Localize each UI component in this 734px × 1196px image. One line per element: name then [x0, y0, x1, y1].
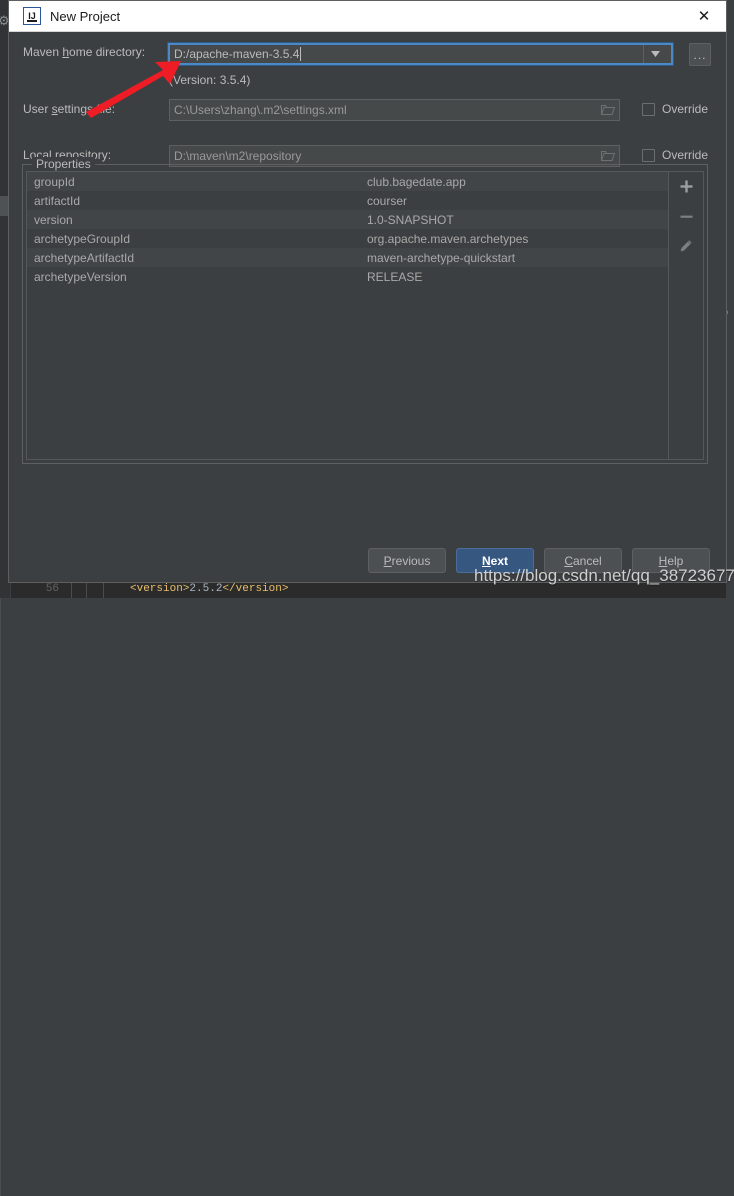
editor-code-text: 2.5.2: [189, 583, 223, 595]
property-value: courser: [367, 193, 408, 208]
table-row[interactable]: archetypeVersion RELEASE: [27, 267, 668, 286]
property-key: groupId: [34, 174, 75, 189]
checkbox-box[interactable]: [642, 148, 655, 162]
maven-home-directory-input[interactable]: D:/apache-maven-3.5.4: [168, 43, 673, 65]
properties-table[interactable]: groupId club.bagedate.app artifactId course…: [27, 172, 668, 459]
property-value: 1.0-SNAPSHOT: [367, 212, 454, 227]
user-settings-label-text: User settings file:: [23, 102, 116, 116]
editor-line-number: 56: [45, 583, 59, 595]
new-project-dialog: IJ New Project ✕ Maven home directory: D…: [8, 0, 727, 583]
table-row[interactable]: artifactId courser: [27, 191, 668, 210]
dialog-titlebar: IJ New Project ✕: [9, 1, 726, 32]
checkbox-box[interactable]: [642, 102, 655, 116]
editor-gutter-c: [103, 583, 130, 598]
remove-icon[interactable]: [674, 206, 698, 226]
editor-code-tag-open: <version>: [130, 583, 190, 595]
add-icon[interactable]: [674, 176, 698, 196]
folder-icon[interactable]: [600, 150, 616, 162]
editor-gutter-a: [71, 583, 86, 598]
properties-panel: groupId club.bagedate.app artifactId course…: [26, 171, 704, 460]
local-repository-override-label: Override: [662, 148, 709, 162]
property-value: club.bagedate.app: [367, 174, 466, 189]
property-key: archetypeVersion: [34, 269, 127, 284]
maven-home-directory-value: D:/apache-maven-3.5.4: [174, 47, 300, 61]
intellij-idea-icon: IJ: [23, 7, 41, 25]
property-key: artifactId: [34, 193, 81, 208]
local-repository-value: D:\maven\m2\repository: [174, 149, 302, 163]
user-settings-override-checkbox[interactable]: Override: [642, 102, 708, 116]
user-settings-file-value: C:\Users\zhang\.m2\settings.xml: [174, 103, 347, 117]
chevron-down-icon[interactable]: [643, 45, 667, 63]
folder-icon[interactable]: [600, 104, 616, 116]
property-value: org.apache.maven.archetypes: [367, 231, 529, 246]
local-repository-override-checkbox[interactable]: Override: [642, 148, 708, 162]
property-key: version: [34, 212, 73, 227]
edit-pencil-icon[interactable]: [674, 236, 698, 256]
table-row[interactable]: archetypeGroupId org.apache.maven.archety…: [27, 229, 668, 248]
property-value: maven-archetype-quickstart: [367, 250, 516, 265]
maven-version-hint: (Version: 3.5.4): [169, 73, 251, 87]
maven-home-label: Maven home directory:: [23, 45, 145, 59]
table-row[interactable]: archetypeArtifactId maven-archetype-quick…: [27, 248, 668, 267]
user-settings-override-label: Override: [662, 102, 709, 116]
ide-left-divider: [0, 598, 1, 1196]
csdn-watermark: https://blog.csdn.net/qq_38723677: [474, 566, 734, 585]
property-key: archetypeArtifactId: [34, 250, 135, 265]
maven-home-label-text: Maven home directory:: [23, 45, 146, 59]
dialog-title: New Project: [50, 8, 121, 24]
user-settings-file-input[interactable]: C:\Users\zhang\.m2\settings.xml: [169, 99, 620, 121]
previous-button[interactable]: Previous: [368, 548, 446, 573]
editor-gutter-b: [86, 583, 103, 598]
properties-toolbar: [668, 172, 703, 459]
user-settings-label: User settings file:: [23, 102, 115, 116]
close-icon[interactable]: ✕: [682, 1, 726, 31]
maven-home-browse-button[interactable]: ...: [689, 43, 711, 66]
table-row[interactable]: version 1.0-SNAPSHOT: [27, 210, 668, 229]
text-caret: [300, 47, 302, 61]
properties-group: Properties groupId club.bagedate.app artif…: [22, 157, 708, 464]
property-value: RELEASE: [367, 269, 423, 284]
properties-group-title: Properties: [32, 157, 95, 171]
intellij-idea-icon-bar: [27, 20, 37, 22]
table-row[interactable]: groupId club.bagedate.app: [27, 172, 668, 191]
property-key: archetypeGroupId: [34, 231, 131, 246]
editor-code-tag-close: </version>: [222, 583, 289, 595]
